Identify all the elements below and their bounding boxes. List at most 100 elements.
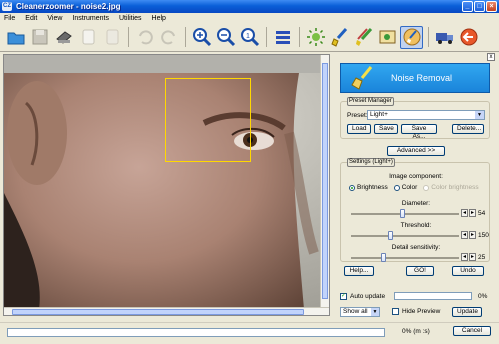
help-button[interactable]: Help...: [344, 266, 374, 276]
preset-label: Preset:: [347, 111, 368, 119]
hide-preview-checkbox[interactable]: [392, 308, 399, 315]
status-progress-text: 0% (m :s): [402, 328, 430, 335]
photo-image: [4, 73, 322, 309]
selection-rectangle[interactable]: [165, 78, 251, 162]
exit-button[interactable]: [457, 26, 480, 49]
maximize-button[interactable]: □: [474, 1, 485, 12]
window-title: Cleanerzoomer - noise2.jpg: [16, 2, 121, 11]
exit-arrow-icon: [460, 28, 477, 46]
image-viewport[interactable]: [3, 54, 330, 316]
undo-button[interactable]: Undo: [452, 266, 484, 276]
detail-increment[interactable]: ▸: [469, 253, 476, 261]
paste-button[interactable]: [100, 26, 123, 49]
diameter-slider-row: ◂ ▸ 54: [349, 209, 489, 219]
menu-edit[interactable]: Edit: [25, 15, 37, 22]
panel-title: Noise Removal: [391, 73, 453, 83]
threshold-value: 150: [478, 232, 489, 239]
panel-close-button[interactable]: x: [487, 53, 495, 61]
minimize-button[interactable]: _: [462, 1, 473, 12]
preset-manager-label: Preset Manager: [347, 97, 394, 106]
batch-button[interactable]: [433, 26, 456, 49]
undo-toolbar-button[interactable]: [133, 26, 156, 49]
brightness-button[interactable]: [304, 26, 327, 49]
auto-update-progress: [394, 292, 472, 300]
cleaner-brush-button[interactable]: [328, 26, 351, 49]
toolbar: 1: [0, 23, 499, 52]
diameter-track[interactable]: [351, 213, 459, 215]
batch-truck-icon: [435, 33, 453, 44]
vertical-scrollbar[interactable]: [320, 55, 329, 309]
save-toolbar-button[interactable]: [28, 26, 51, 49]
threshold-decrement[interactable]: ◂: [461, 231, 468, 239]
redo-toolbar-button[interactable]: [157, 26, 180, 49]
save-button[interactable]: Save: [374, 124, 398, 134]
diameter-slider-thumb[interactable]: [399, 209, 405, 218]
detail-slider-row: ◂ ▸ 25: [349, 253, 489, 263]
app-icon: CZ: [2, 2, 12, 11]
multi-brush-button[interactable]: [352, 26, 375, 49]
radio-brightness[interactable]: Brightness: [349, 184, 388, 191]
threshold-slider-thumb[interactable]: [387, 231, 393, 240]
save-icon: [32, 29, 47, 45]
menu-instruments[interactable]: Instruments: [72, 15, 109, 22]
status-progress-bar: [7, 328, 385, 337]
advanced-button[interactable]: Advanced >>: [387, 146, 445, 156]
menu-file[interactable]: File: [4, 15, 15, 22]
preset-manager-group: Preset Manager Preset: Light+ ▼ Load Sav…: [340, 97, 490, 140]
detail-slider-thumb[interactable]: [381, 253, 387, 262]
update-button[interactable]: Update: [452, 306, 482, 317]
noise-removal-panel: x Noise Removal Preset Manager Preset: L…: [335, 53, 496, 319]
zoom-actual-button[interactable]: 1: [238, 26, 261, 49]
menu-utilities[interactable]: Utilities: [119, 15, 142, 22]
zoom-in-icon: [192, 28, 211, 47]
paste-icon: [106, 29, 118, 45]
threshold-slider-row: ◂ ▸ 150: [349, 231, 489, 241]
image-component-title: Image component:: [389, 173, 443, 180]
diameter-increment[interactable]: ▸: [469, 209, 476, 217]
image-frame-button[interactable]: [376, 26, 399, 49]
auto-update-percent: 0%: [478, 292, 488, 300]
save-as-button[interactable]: Save As...: [401, 124, 437, 140]
zoom-out-icon: [216, 28, 235, 47]
scanner-button[interactable]: [52, 26, 75, 49]
load-button[interactable]: Load: [347, 124, 371, 134]
settings-group: Settings (Light+) Image component: Brigh…: [340, 158, 490, 263]
show-select[interactable]: Show all ▼: [340, 306, 380, 317]
detail-track[interactable]: [351, 257, 459, 259]
copy-button[interactable]: [76, 26, 99, 49]
redo-icon: [160, 30, 175, 45]
menu-view[interactable]: View: [47, 15, 62, 22]
zoom-out-button[interactable]: [214, 26, 237, 49]
noise-removal-icon: [403, 28, 420, 46]
close-button[interactable]: ×: [486, 1, 497, 12]
preset-select[interactable]: Light+ ▼: [367, 110, 485, 120]
panel-banner: Noise Removal: [340, 63, 490, 93]
radio-color-brightness: Color brightness: [423, 184, 479, 191]
zoom-in-button[interactable]: [190, 26, 213, 49]
noise-removal-button[interactable]: [400, 25, 423, 49]
auto-update-checkbox[interactable]: ✓: [340, 292, 347, 300]
diameter-label: Diameter:: [401, 200, 431, 207]
radio-color[interactable]: Color: [393, 184, 417, 191]
broom-icon: [351, 66, 373, 90]
horizontal-scrollbar[interactable]: [4, 307, 329, 315]
svg-text:1: 1: [246, 33, 250, 40]
open-button[interactable]: [4, 26, 27, 49]
multi-brush-icon: [355, 27, 372, 46]
go-button[interactable]: GO!: [406, 266, 434, 276]
brightness-icon: [306, 28, 325, 46]
threshold-track[interactable]: [351, 235, 459, 237]
diameter-decrement[interactable]: ◂: [461, 209, 468, 217]
threshold-increment[interactable]: ▸: [469, 231, 476, 239]
detail-decrement[interactable]: ◂: [461, 253, 468, 261]
chevron-down-icon: ▼: [371, 307, 379, 316]
menu-help[interactable]: Help: [152, 15, 166, 22]
zoom-actual-icon: 1: [240, 28, 259, 47]
layers-button[interactable]: [271, 26, 294, 49]
preset-value: Light+: [370, 111, 388, 118]
diameter-value: 54: [478, 210, 486, 217]
detail-value: 25: [478, 254, 486, 261]
delete-button[interactable]: Delete...: [452, 124, 484, 134]
cancel-button[interactable]: Cancel: [453, 326, 491, 336]
status-bar: 0% (m :s) Cancel: [0, 322, 499, 344]
